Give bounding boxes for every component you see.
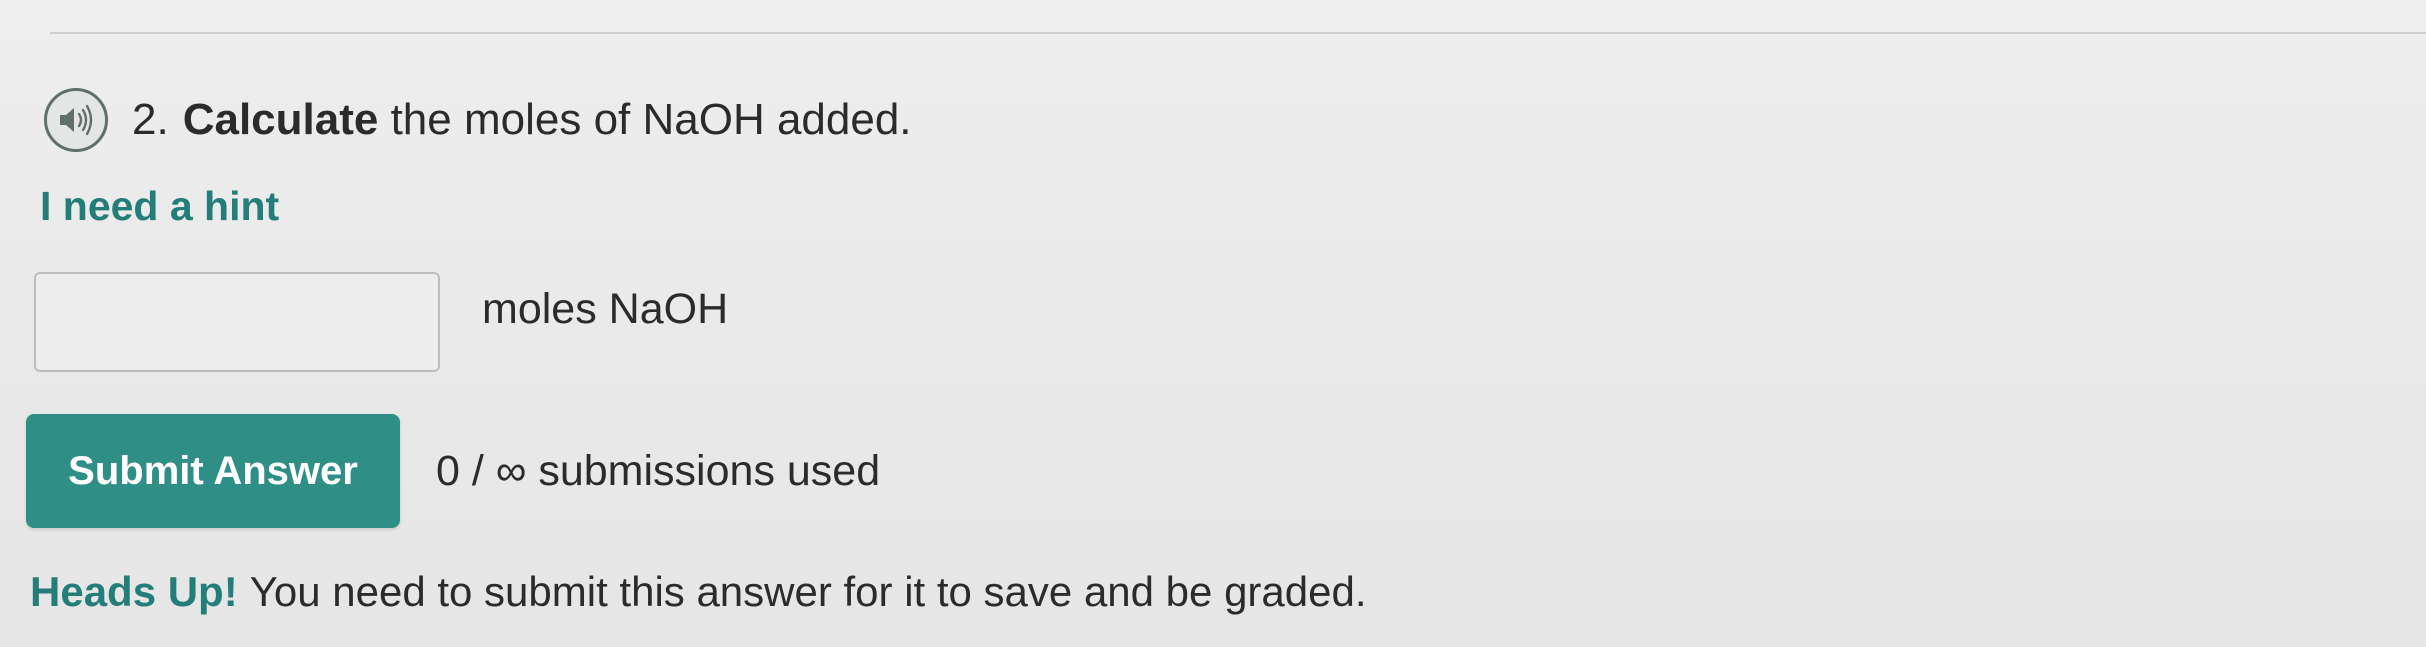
submit-answer-button[interactable]: Submit Answer [26, 414, 400, 528]
submissions-counter: 0 / ∞ submissions used [436, 447, 881, 495]
hint-link[interactable]: I need a hint [40, 183, 279, 230]
question-body: the moles of NaOH added. [390, 95, 912, 144]
question-text: 2. Calculate the moles of NaOH added. [132, 95, 912, 145]
question-row: 2. Calculate the moles of NaOH added. [44, 88, 912, 152]
heads-up-notice: Heads Up! You need to submit this answer … [30, 568, 1367, 616]
heads-up-text: You need to submit this answer for it to… [249, 568, 1367, 615]
answer-units: moles NaOH [482, 285, 729, 333]
assignment-page: 2. Calculate the moles of NaOH added. I n… [0, 0, 2426, 647]
question-verb: Calculate [182, 95, 379, 144]
read-aloud-button[interactable] [44, 88, 108, 152]
answer-input[interactable] [34, 272, 440, 372]
speaker-icon [60, 104, 93, 136]
question-number: 2. [132, 95, 169, 144]
top-divider [50, 32, 2426, 34]
heads-up-label: Heads Up! [30, 568, 238, 615]
